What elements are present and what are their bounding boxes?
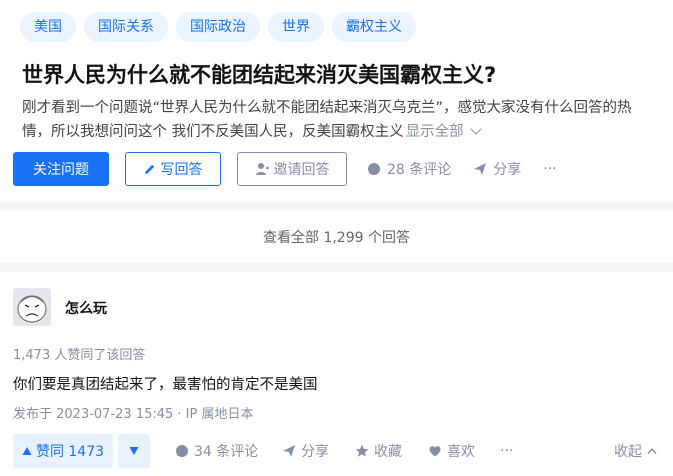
question-actions: 关注问题 写回答 邀请回答 28 条评论 分享 ··· bbox=[13, 152, 557, 186]
like-button[interactable]: 喜欢 bbox=[428, 434, 475, 468]
question-detail-line: 刚才看到一个问题说“世界人民为什么就不能团结起来消灭乌克兰”，感觉大家没有什么回… bbox=[22, 100, 632, 116]
like-label: 喜欢 bbox=[447, 444, 475, 460]
question-header: 美国 国际关系 国际政治 世界 霸权主义 世界人民为什么就不能团结起来消灭美国霸… bbox=[0, 0, 673, 202]
avatar[interactable] bbox=[13, 288, 51, 326]
topic-tag[interactable]: 美国 bbox=[20, 12, 76, 42]
triangle-up-icon bbox=[22, 447, 32, 455]
question-detail: 刚才看到一个问题说“世界人民为什么就不能团结起来消灭乌克兰”，感觉大家没有什么回… bbox=[22, 96, 672, 144]
collapse-button[interactable]: 收起 bbox=[614, 434, 662, 468]
voters-count[interactable]: 1,473 人赞同了该回答 bbox=[13, 344, 145, 363]
question-title[interactable]: 世界人民为什么就不能团结起来消灭美国霸权主义? bbox=[22, 59, 496, 89]
write-answer-label: 写回答 bbox=[160, 162, 203, 178]
answer-share-button[interactable]: 分享 bbox=[282, 434, 329, 468]
question-share-label: 分享 bbox=[493, 162, 522, 178]
topic-tags: 美国 国际关系 国际政治 世界 霸权主义 bbox=[20, 12, 416, 42]
question-share-button[interactable]: 分享 bbox=[473, 159, 521, 179]
more-icon: ··· bbox=[500, 443, 514, 459]
heart-icon bbox=[429, 446, 441, 457]
answer-comments-label: 34 条评论 bbox=[194, 444, 259, 460]
invite-answer-label: 邀请回答 bbox=[273, 162, 330, 178]
star-icon bbox=[355, 444, 369, 457]
question-more-button[interactable]: ··· bbox=[543, 161, 556, 177]
answer-card: 怎么玩 1,473 人赞同了该回答 你们要是真团结起来了，最害怕的肯定不是美国 … bbox=[0, 272, 673, 476]
question-comments-button[interactable]: 28 条评论 bbox=[367, 159, 451, 179]
chevron-up-icon bbox=[647, 447, 657, 454]
share-icon bbox=[283, 445, 295, 457]
user-plus-icon bbox=[255, 163, 269, 175]
collapse-label: 收起 bbox=[614, 444, 642, 460]
answer-more-button[interactable]: ··· bbox=[500, 434, 513, 468]
answer-actions: 赞同 1473 34 条评论 分享 收藏 喜欢 ··· 收起 bbox=[13, 434, 673, 468]
topic-tag[interactable]: 霸权主义 bbox=[332, 12, 416, 42]
chevron-down-icon[interactable] bbox=[469, 123, 482, 135]
question-comments-label: 28 条评论 bbox=[387, 162, 452, 178]
comment-icon bbox=[368, 163, 380, 175]
upvote-button[interactable]: 赞同 1473 bbox=[13, 434, 113, 468]
publish-time[interactable]: 发布于 2023-07-23 15:45 · IP 属地日本 bbox=[13, 403, 253, 422]
downvote-button[interactable] bbox=[118, 434, 150, 468]
write-answer-button[interactable]: 写回答 bbox=[125, 152, 221, 186]
show-all-link[interactable]: 显示全部 bbox=[406, 124, 464, 140]
comment-icon bbox=[176, 445, 188, 457]
answer-share-label: 分享 bbox=[301, 444, 329, 460]
follow-question-label: 关注问题 bbox=[33, 162, 89, 178]
invite-answer-button[interactable]: 邀请回答 bbox=[237, 152, 347, 186]
answer-comments-button[interactable]: 34 条评论 bbox=[175, 434, 258, 468]
pencil-icon bbox=[144, 164, 154, 174]
triangle-down-icon bbox=[129, 447, 139, 455]
view-all-answers-link[interactable]: 查看全部 1,299 个回答 bbox=[0, 211, 673, 263]
answer-content: 你们要是真团结起来了，最害怕的肯定不是美国 bbox=[13, 377, 318, 393]
upvote-label: 赞同 1473 bbox=[35, 444, 105, 460]
author-name[interactable]: 怎么玩 bbox=[65, 298, 107, 318]
follow-question-button[interactable]: 关注问题 bbox=[13, 152, 109, 186]
collect-label: 收藏 bbox=[374, 444, 402, 460]
topic-tag[interactable]: 国际关系 bbox=[84, 12, 168, 42]
question-detail-line: 情，所以我想问问这个 我们不反美国人民，反美国霸权主义 bbox=[22, 124, 404, 140]
topic-tag[interactable]: 国际政治 bbox=[176, 12, 260, 42]
collect-button[interactable]: 收藏 bbox=[355, 434, 402, 468]
share-icon bbox=[474, 163, 487, 175]
more-icon: ··· bbox=[543, 161, 557, 177]
topic-tag[interactable]: 世界 bbox=[268, 12, 324, 42]
